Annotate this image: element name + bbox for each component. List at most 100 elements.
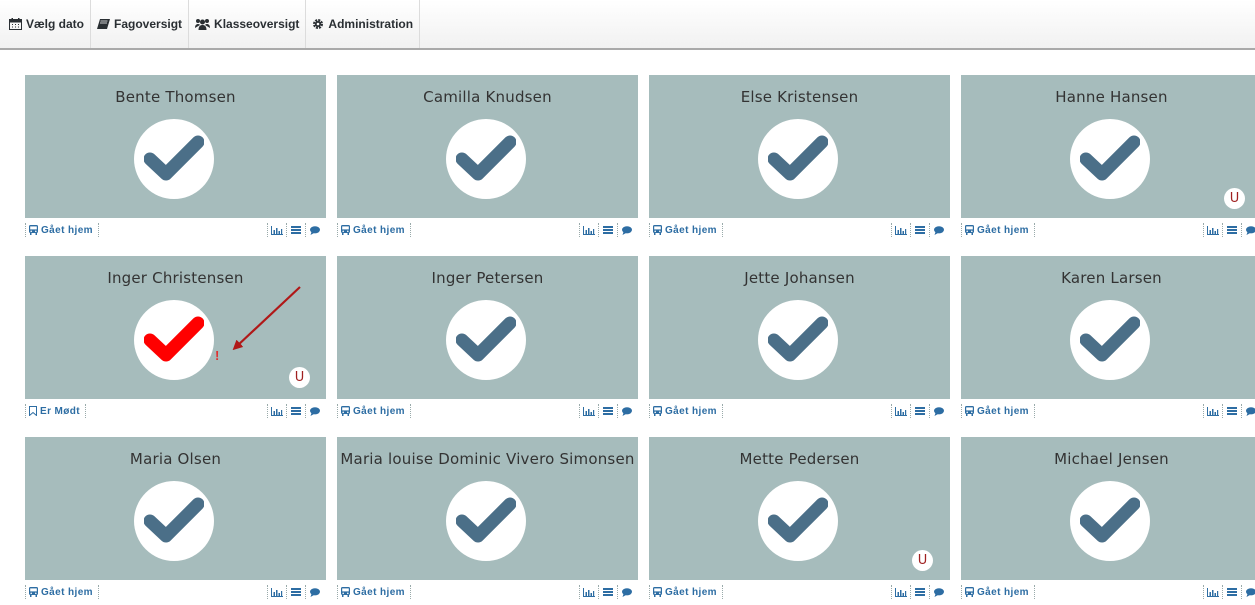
list-button[interactable]	[286, 585, 305, 599]
student-card[interactable]: Inger Christensen! U Er Mødt	[25, 256, 326, 424]
status-button[interactable]: Er Mødt	[25, 404, 87, 418]
comment-button[interactable]	[929, 223, 948, 237]
attendance-check-button[interactable]	[134, 119, 214, 199]
top-navigation-bar: Vælg dato Fagoversigt Klasseoversigt Adm…	[0, 0, 1255, 50]
list-button[interactable]	[1222, 585, 1241, 599]
statistics-button[interactable]	[891, 404, 910, 418]
student-card[interactable]: Karen Larsen Gået hjem	[961, 256, 1255, 424]
status-button[interactable]: Gået hjem	[961, 404, 1035, 418]
list-button[interactable]	[598, 223, 617, 237]
status-button[interactable]: Gået hjem	[961, 585, 1035, 599]
student-tile[interactable]: Michael Jensen	[961, 437, 1255, 580]
comment-button[interactable]	[617, 404, 636, 418]
attendance-check-button[interactable]	[758, 300, 838, 380]
student-card[interactable]: Else Kristensen Gået hjem	[649, 75, 950, 243]
attendance-check-button[interactable]	[446, 119, 526, 199]
attendance-check-button[interactable]	[1070, 300, 1150, 380]
nav-class-overview[interactable]: Klasseoversigt	[189, 0, 307, 48]
attendance-check-button[interactable]	[134, 481, 214, 561]
statistics-button[interactable]	[891, 585, 910, 599]
comment-button[interactable]	[617, 223, 636, 237]
status-button[interactable]: Gået hjem	[961, 223, 1035, 237]
statistics-button[interactable]	[267, 223, 286, 237]
statistics-button[interactable]	[891, 223, 910, 237]
comment-button[interactable]	[1241, 223, 1255, 237]
list-button[interactable]	[1222, 223, 1241, 237]
student-tile[interactable]: Else Kristensen	[649, 75, 950, 218]
student-tile[interactable]: Maria louise Dominic Vivero Simonsen	[337, 437, 638, 580]
comment-button[interactable]	[305, 223, 324, 237]
comment-button[interactable]	[305, 404, 324, 418]
statistics-button[interactable]	[579, 223, 598, 237]
status-button[interactable]: Gået hjem	[337, 223, 411, 237]
student-tile[interactable]: Inger Petersen	[337, 256, 638, 399]
statistics-button[interactable]	[579, 585, 598, 599]
status-button[interactable]: Gået hjem	[337, 585, 411, 599]
comment-icon	[622, 406, 632, 416]
student-tile[interactable]: Hanne Hansen U	[961, 75, 1255, 218]
student-card[interactable]: Camilla Knudsen Gået hjem	[337, 75, 638, 243]
list-button[interactable]	[598, 404, 617, 418]
attendance-check-button[interactable]	[1070, 481, 1150, 561]
checkmark-icon	[768, 316, 828, 362]
list-icon	[603, 588, 613, 596]
bus-icon	[341, 406, 350, 416]
list-icon	[915, 226, 925, 234]
attendance-check-button[interactable]	[758, 119, 838, 199]
list-button[interactable]	[910, 223, 929, 237]
student-card[interactable]: Hanne Hansen U Gået hjem	[961, 75, 1255, 243]
statistics-button[interactable]	[267, 585, 286, 599]
student-tile[interactable]: Jette Johansen	[649, 256, 950, 399]
status-button[interactable]: Gået hjem	[25, 223, 99, 237]
list-button[interactable]	[286, 404, 305, 418]
comment-button[interactable]	[929, 585, 948, 599]
list-button[interactable]	[910, 585, 929, 599]
comment-button[interactable]	[305, 585, 324, 599]
nav-subject-overview[interactable]: Fagoversigt	[91, 0, 190, 48]
student-card[interactable]: Jette Johansen Gået hjem	[649, 256, 950, 424]
student-card[interactable]: Maria Olsen Gået hjem	[25, 437, 326, 605]
attendance-check-button[interactable]	[446, 481, 526, 561]
student-tile[interactable]: Karen Larsen	[961, 256, 1255, 399]
student-card[interactable]: Inger Petersen Gået hjem	[337, 256, 638, 424]
student-card[interactable]: Mette Pedersen U Gået hjem	[649, 437, 950, 605]
statistics-button[interactable]	[1203, 585, 1222, 599]
status-button[interactable]: Gået hjem	[649, 585, 723, 599]
card-footer: Gået hjem	[961, 580, 1255, 604]
student-card[interactable]: Michael Jensen Gået hjem	[961, 437, 1255, 605]
list-button[interactable]	[910, 404, 929, 418]
comment-button[interactable]	[1241, 585, 1255, 599]
checkmark-icon	[144, 497, 204, 543]
student-card[interactable]: Bente Thomsen Gået hjem	[25, 75, 326, 243]
attendance-check-button[interactable]	[758, 481, 838, 561]
nav-administration[interactable]: Administration	[306, 0, 421, 48]
list-button[interactable]	[1222, 404, 1241, 418]
attendance-check-button[interactable]	[134, 300, 214, 380]
student-tile[interactable]: Mette Pedersen U	[649, 437, 950, 580]
status-button[interactable]: Gået hjem	[649, 223, 723, 237]
statistics-button[interactable]	[1203, 223, 1222, 237]
card-actions	[267, 404, 324, 418]
student-tile[interactable]: Inger Christensen! U	[25, 256, 326, 399]
status-button[interactable]: Gået hjem	[25, 585, 99, 599]
student-card[interactable]: Maria louise Dominic Vivero Simonsen Gået…	[337, 437, 638, 605]
list-button[interactable]	[286, 223, 305, 237]
comment-button[interactable]	[1241, 404, 1255, 418]
student-tile[interactable]: Maria Olsen	[25, 437, 326, 580]
comment-button[interactable]	[617, 585, 636, 599]
card-actions	[1203, 223, 1255, 237]
statistics-button[interactable]	[267, 404, 286, 418]
status-button[interactable]: Gået hjem	[649, 404, 723, 418]
statistics-button[interactable]	[579, 404, 598, 418]
student-tile[interactable]: Camilla Knudsen	[337, 75, 638, 218]
comment-button[interactable]	[929, 404, 948, 418]
nav-choose-date[interactable]: Vælg dato	[3, 0, 92, 48]
comment-icon	[622, 225, 632, 235]
attendance-check-button[interactable]	[446, 300, 526, 380]
attendance-check-button[interactable]	[1070, 119, 1150, 199]
status-button[interactable]: Gået hjem	[337, 404, 411, 418]
student-tile[interactable]: Bente Thomsen	[25, 75, 326, 218]
checkmark-icon	[144, 135, 204, 181]
list-button[interactable]	[598, 585, 617, 599]
statistics-button[interactable]	[1203, 404, 1222, 418]
